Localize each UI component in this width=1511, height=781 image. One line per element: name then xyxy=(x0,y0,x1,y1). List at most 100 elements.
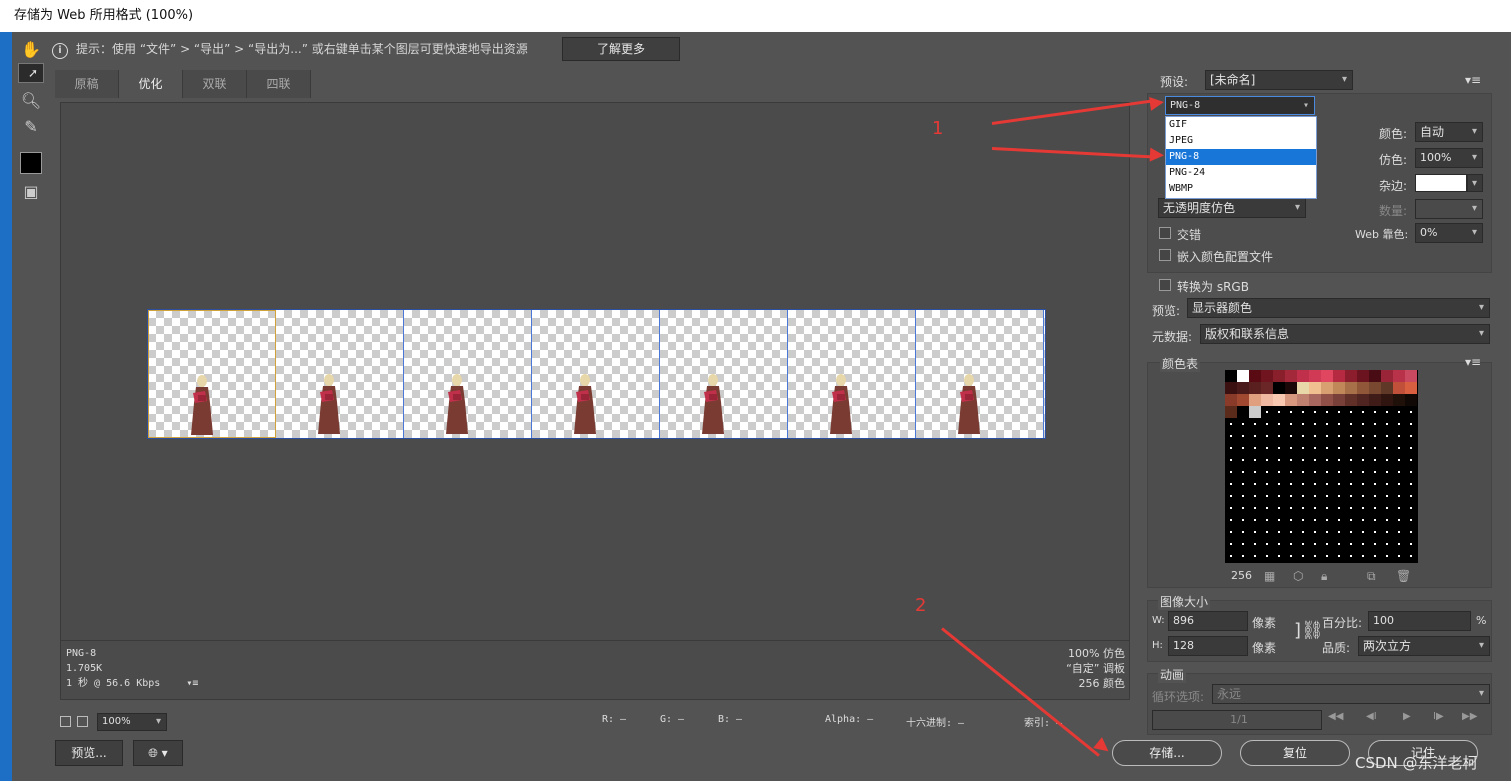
format-option-wbmp[interactable]: WBMP xyxy=(1166,181,1316,197)
color-swatch[interactable] xyxy=(1333,394,1345,406)
color-swatch[interactable] xyxy=(1405,370,1417,382)
color-swatch[interactable] xyxy=(1357,382,1369,394)
color-swatch[interactable] xyxy=(1321,394,1333,406)
color-swatch[interactable] xyxy=(1393,394,1405,406)
color-swatch[interactable] xyxy=(1333,370,1345,382)
embed-profile-checkbox[interactable] xyxy=(1159,249,1171,261)
color-swatch[interactable] xyxy=(1285,382,1297,394)
prev-frame-icon[interactable]: ◀I xyxy=(1366,711,1377,722)
color-swatch[interactable] xyxy=(1285,394,1297,406)
format-option-gif[interactable]: GIF xyxy=(1166,117,1316,133)
tab-2up[interactable]: 双联 xyxy=(183,70,247,98)
color-swatch[interactable] xyxy=(1381,394,1393,406)
color-swatch[interactable] xyxy=(1297,394,1309,406)
color-swatch[interactable] xyxy=(1393,370,1405,382)
color-swatch[interactable] xyxy=(1237,406,1249,418)
color-swatch[interactable] xyxy=(1405,382,1417,394)
constrain-link-icon[interactable]: ]⛓ xyxy=(1294,620,1324,641)
map-transparent-icon[interactable]: ▦ xyxy=(1264,569,1275,583)
format-option-jpeg[interactable]: JPEG xyxy=(1166,133,1316,149)
web-shift-icon[interactable]: ⬡ xyxy=(1293,569,1303,583)
preset-select[interactable]: [未命名] ▾ xyxy=(1205,70,1353,90)
format-option-png-8[interactable]: PNG-8 xyxy=(1166,149,1316,165)
color-swatch[interactable] xyxy=(1249,370,1261,382)
color-swatch[interactable] xyxy=(1381,382,1393,394)
matte-swatch[interactable] xyxy=(1415,174,1467,192)
convert-srgb-checkbox[interactable] xyxy=(1159,279,1171,291)
eyedropper-tool-icon[interactable]: ✎ xyxy=(18,115,44,139)
color-swatch[interactable] xyxy=(1321,382,1333,394)
dither-amount-select[interactable]: 100% ▾ xyxy=(1415,148,1483,168)
color-swatch[interactable] xyxy=(1321,370,1333,382)
zoom-in-icon[interactable] xyxy=(77,716,88,727)
amount-select[interactable]: ▾ xyxy=(1415,199,1483,219)
color-swatch[interactable] xyxy=(1237,394,1249,406)
zoom-select[interactable]: 100% ▾ xyxy=(97,713,167,731)
width-input[interactable]: 896 xyxy=(1168,611,1248,631)
color-swatch[interactable] xyxy=(1225,382,1237,394)
color-swatch[interactable] xyxy=(1381,370,1393,382)
tab-4up[interactable]: 四联 xyxy=(247,70,311,98)
color-swatch[interactable] xyxy=(1285,370,1297,382)
panel-menu-icon[interactable]: ▾≡ xyxy=(1465,73,1481,87)
height-input[interactable]: 128 xyxy=(1168,636,1248,656)
color-swatch[interactable] xyxy=(1309,394,1321,406)
last-frame-icon[interactable]: ▶▶ xyxy=(1462,711,1477,722)
color-swatch[interactable] xyxy=(1261,370,1273,382)
save-button[interactable]: 存储... xyxy=(1112,740,1222,766)
zoom-tool-icon[interactable]: 🔍︎ xyxy=(18,89,44,113)
format-select[interactable]: PNG-8 ▾ xyxy=(1165,96,1315,115)
quality-select[interactable]: 两次立方 ▾ xyxy=(1358,636,1490,656)
tab-original[interactable]: 原稿 xyxy=(55,70,119,98)
interlaced-checkbox[interactable] xyxy=(1159,227,1171,239)
new-color-icon[interactable]: ⧉ xyxy=(1367,569,1376,584)
transparency-dither-select[interactable]: 无透明度仿色 ▾ xyxy=(1158,198,1306,218)
color-swatch[interactable] xyxy=(1261,394,1273,406)
color-table-grid[interactable] xyxy=(1225,370,1418,563)
web-snap-select[interactable]: 0% ▾ xyxy=(1415,223,1483,243)
hand-tool-icon[interactable]: ✋ xyxy=(18,38,44,62)
color-swatch[interactable] xyxy=(1309,382,1321,394)
percent-input[interactable]: 100 xyxy=(1368,611,1471,631)
color-swatch[interactable] xyxy=(1405,394,1417,406)
learn-more-button[interactable]: 了解更多 xyxy=(562,37,680,61)
color-swatch[interactable] xyxy=(1237,382,1249,394)
loop-select[interactable]: 永远 ▾ xyxy=(1212,684,1490,704)
color-swatch[interactable] xyxy=(1369,394,1381,406)
preview-button[interactable]: 预览... xyxy=(55,740,123,766)
slice-select-tool-icon[interactable]: ➚ xyxy=(18,63,44,83)
format-dropdown-list[interactable]: GIF JPEG PNG-8 PNG-24 WBMP xyxy=(1165,116,1317,199)
color-swatch[interactable] xyxy=(1249,406,1261,418)
color-swatch[interactable] xyxy=(1357,370,1369,382)
color-swatch[interactable] xyxy=(1369,382,1381,394)
toggle-slices-icon[interactable]: ▣ xyxy=(18,180,44,204)
color-swatch[interactable] xyxy=(1393,382,1405,394)
color-swatch[interactable] xyxy=(1369,370,1381,382)
tab-optimized[interactable]: 优化 xyxy=(119,70,183,98)
color-swatch[interactable] xyxy=(1357,394,1369,406)
sprite-sheet-preview[interactable] xyxy=(147,309,1046,439)
color-swatch[interactable] xyxy=(1345,370,1357,382)
color-table-menu-icon[interactable]: ▾≡ xyxy=(1465,355,1481,369)
color-swatch[interactable] xyxy=(1225,370,1237,382)
lock-color-icon[interactable]: 🔒︎ xyxy=(1321,569,1327,584)
matte-menu[interactable]: ▾ xyxy=(1467,174,1483,192)
browser-preview-button[interactable]: 🌐︎ ▾ xyxy=(133,740,183,766)
color-swatch[interactable] xyxy=(1225,394,1237,406)
speed-menu-icon[interactable]: ▾≡ xyxy=(186,678,198,689)
color-swatch[interactable] xyxy=(1333,382,1345,394)
color-swatch[interactable] xyxy=(1261,382,1273,394)
color-swatch[interactable] xyxy=(1273,370,1285,382)
color-swatch[interactable] xyxy=(1249,394,1261,406)
color-swatch[interactable] xyxy=(1225,406,1237,418)
next-frame-icon[interactable]: I▶ xyxy=(1433,711,1444,722)
color-swatch[interactable] xyxy=(1309,370,1321,382)
color-swatch[interactable] xyxy=(1237,370,1249,382)
metadata-select[interactable]: 版权和联系信息 ▾ xyxy=(1200,324,1490,344)
color-swatch[interactable] xyxy=(1273,394,1285,406)
first-frame-icon[interactable]: ◀◀ xyxy=(1328,711,1343,722)
colors-select[interactable]: 自动 ▾ xyxy=(1415,122,1483,142)
format-option-png-24[interactable]: PNG-24 xyxy=(1166,165,1316,181)
preview-select[interactable]: 显示器颜色 ▾ xyxy=(1187,298,1490,318)
reset-button[interactable]: 复位 xyxy=(1240,740,1350,766)
